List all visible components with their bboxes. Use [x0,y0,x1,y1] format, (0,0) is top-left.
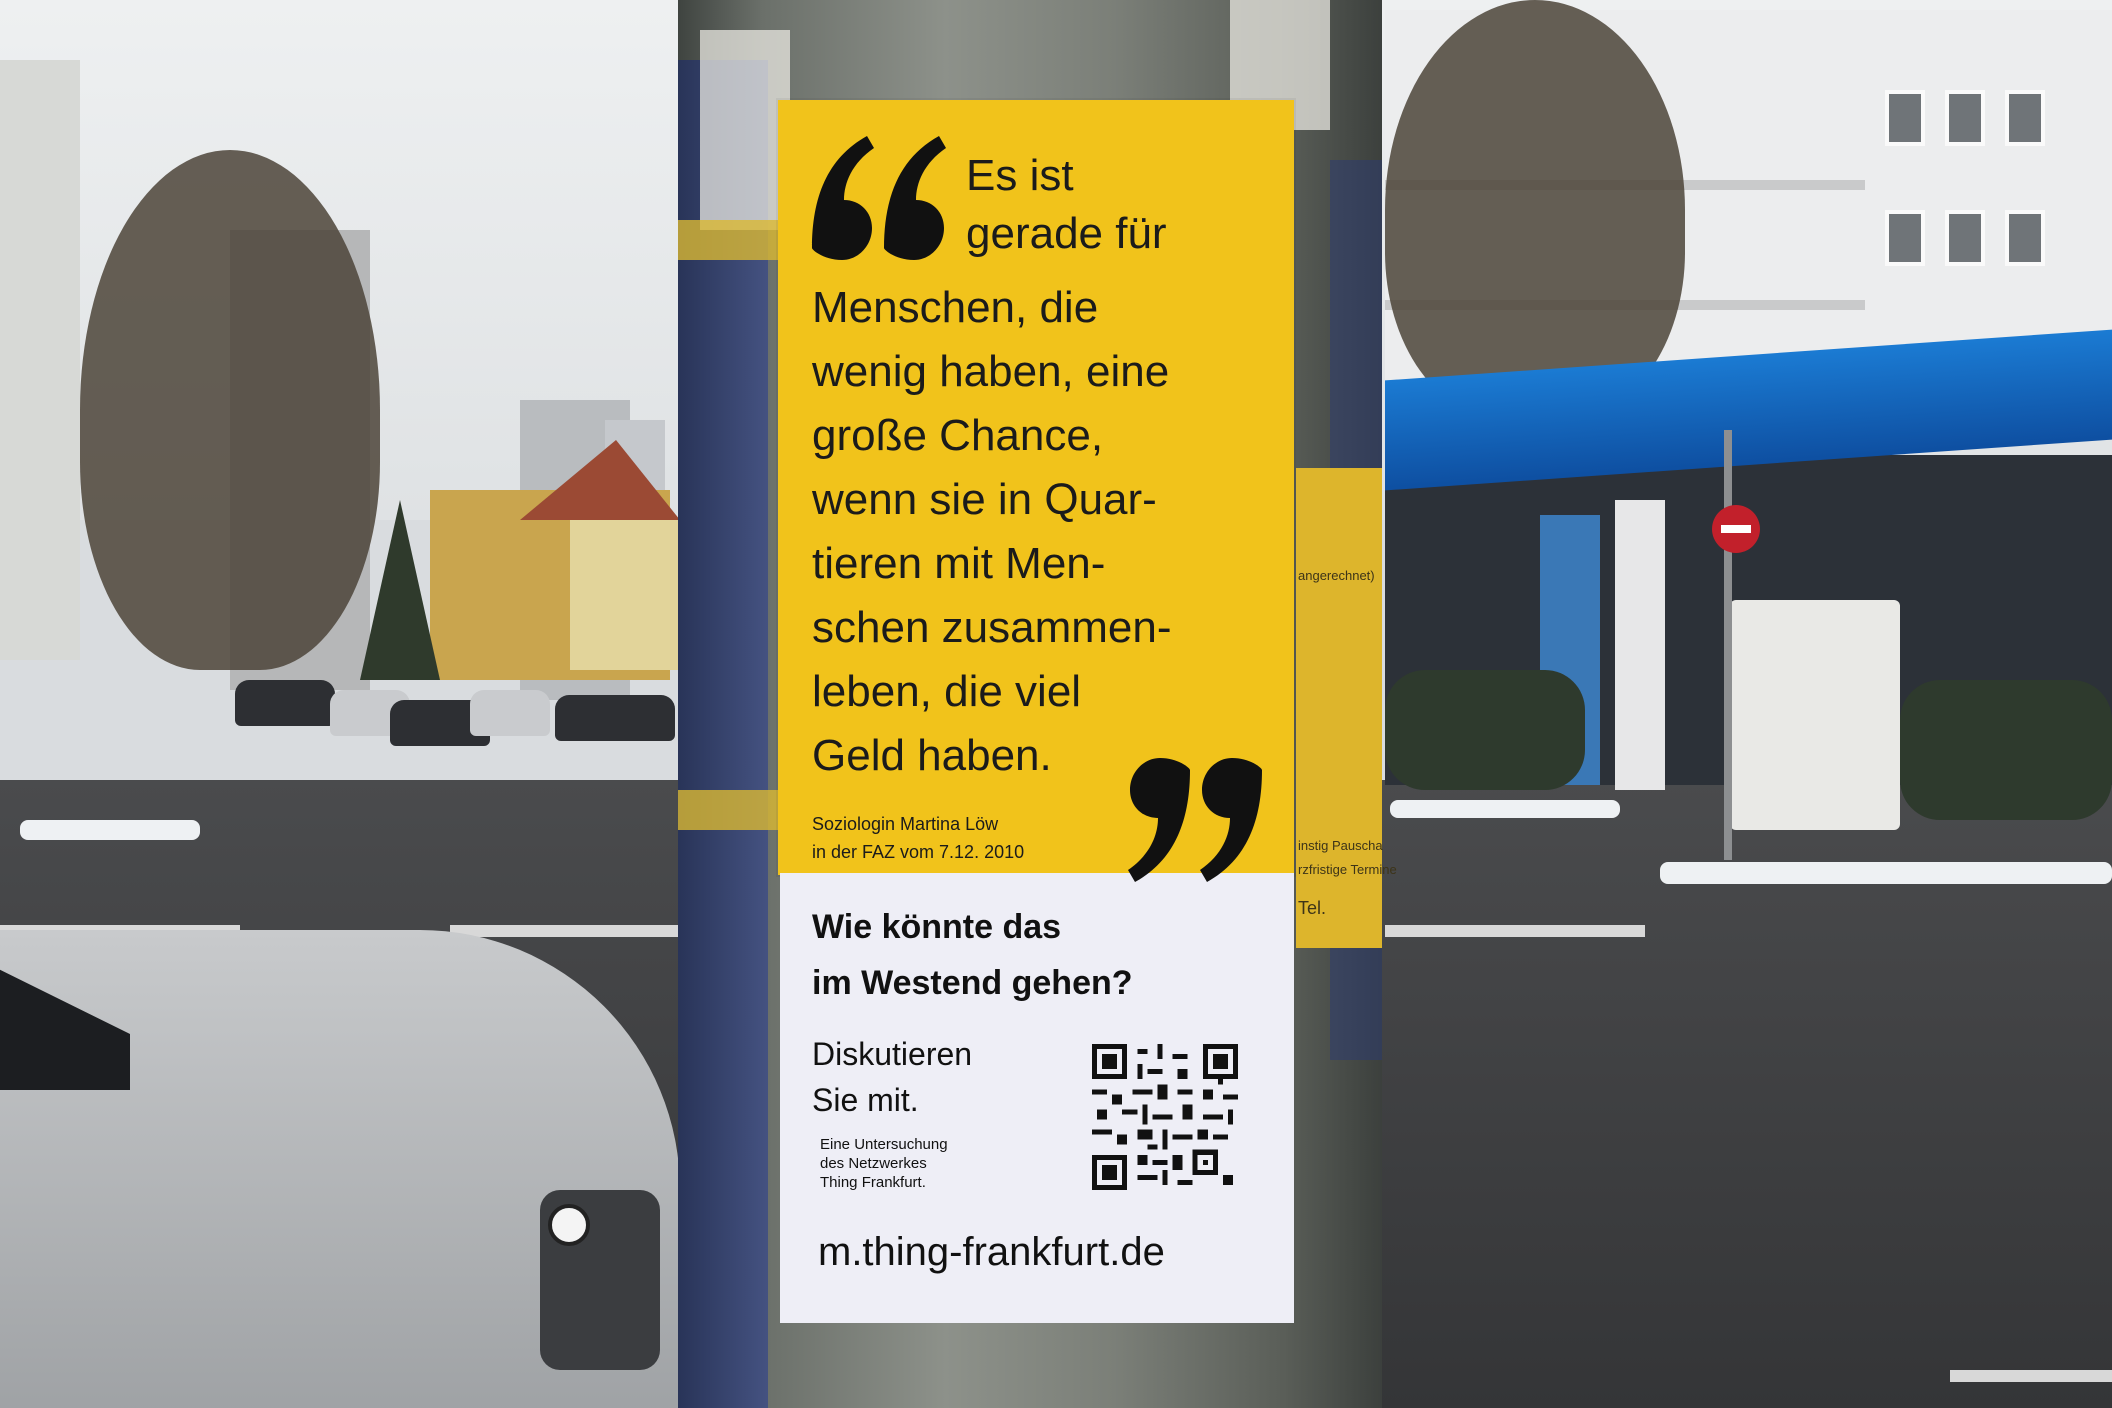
parked-car [470,690,550,736]
recycling-container [1730,600,1900,830]
flyer-url: m.thing-frankfurt.de [818,1230,1165,1274]
no-entry-sign-icon [1712,505,1760,553]
quote-source: in der FAZ vom 7.12. 2010 [812,842,1025,862]
snow-patch [1390,800,1620,818]
qr-code-icon [1092,1044,1238,1190]
side-poster-text: instig Pauscha [1298,838,1383,853]
flyer-call-to-action: Sie mit. [812,1082,919,1118]
lane-marking [450,925,680,937]
quote-line: Geld haben. [812,731,1052,780]
flyer-study-note: des Netzwerkes [820,1155,927,1172]
torn-paper [700,30,790,230]
snow-patch [20,820,200,840]
snow-patch [1660,862,2112,884]
parked-car [555,695,675,741]
quote-line: schen zusammen- [812,603,1172,652]
bare-tree [80,150,380,670]
quote-line: leben, die viel [812,667,1082,716]
lane-marking [1950,1370,2112,1382]
flyer-headline: Wie könnte das [812,908,1062,946]
house [570,520,680,670]
hedge [1900,680,2112,820]
bare-tree [1385,0,1685,420]
parked-car [235,680,335,726]
left-apartment-building [0,60,80,660]
side-poster-text: angerechnet) [1298,568,1375,583]
flyer-headline: im Westend gehen? [812,964,1133,1002]
quote-source: Soziologin Martina Löw [812,814,999,834]
canopy-pillar [1615,500,1665,790]
flyer-call-to-action: Diskutieren [812,1036,973,1072]
torn-poster-remains [678,60,768,1408]
flyer-study-note: Thing Frankfurt. [820,1174,926,1191]
quote-line: Menschen, die [812,283,1099,332]
quote-line: wenig haben, eine [812,347,1170,396]
side-poster-text: Tel. [1298,898,1327,918]
flyer-study-note: Eine Untersuchung [820,1136,948,1153]
quote-line: wenn sie in Quar- [812,475,1157,524]
sign-pole [1724,430,1732,860]
quote-line: gerade für [966,209,1167,258]
quote-open-icon [812,136,946,260]
quote-line: Es ist [966,151,1074,200]
quote-line: große Chance, [812,411,1104,460]
bmw-badge-icon [548,1204,590,1246]
side-poster-text: rzfristige Termine [1298,862,1397,877]
quote-line: tieren mit Men- [812,539,1106,588]
quote-close-icon [1128,758,1262,882]
street-scene: angerechnet) instig Pauscha rzfristige T… [0,0,2112,1408]
hedge [1385,670,1585,790]
lane-marking [1385,925,1645,937]
